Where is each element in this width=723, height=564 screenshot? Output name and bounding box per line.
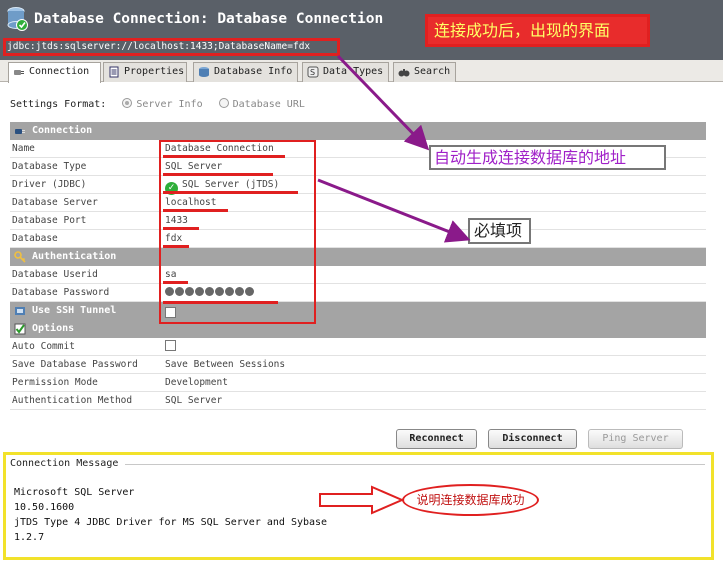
auto-commit-checkbox[interactable]: [165, 338, 176, 356]
table-row: Database Port 1433: [10, 212, 706, 230]
table-row: Database fdx: [10, 230, 706, 248]
radio-button[interactable]: [218, 98, 229, 108]
tab-label: Database Info: [214, 66, 293, 77]
tab-connection[interactable]: Connection: [8, 62, 101, 83]
row-key: Permission Mode: [12, 377, 98, 388]
row-key: Auto Commit: [12, 341, 75, 352]
tab-label: Connection: [29, 66, 90, 77]
radio-label: Database URL: [232, 99, 305, 110]
underline-mark: [163, 209, 228, 212]
row-key: Driver (JDBC): [12, 179, 87, 190]
annotation-success-note: 说明连接数据库成功: [402, 484, 539, 516]
section-title: Options: [32, 323, 75, 334]
tab-bar: Connection Properties Database Info S Da…: [0, 60, 723, 83]
table-row: Permission Mode Development: [10, 374, 706, 392]
radio-database-url[interactable]: Database URL: [218, 98, 315, 110]
properties-icon: [109, 66, 119, 78]
section-title: Authentication: [32, 251, 117, 262]
database-connection-icon: [7, 7, 28, 31]
annotation-auto-url: 自动生成连接数据库的地址: [429, 145, 666, 170]
connection-message-text: Microsoft SQL Server 10.50.1600 jTDS Typ…: [14, 485, 327, 545]
datatypes-icon: S: [307, 66, 319, 78]
plug-icon: [14, 70, 24, 75]
underline-mark: [163, 245, 189, 248]
section-authentication: Authentication: [10, 248, 706, 266]
plug-icon: [15, 129, 25, 134]
underline-mark: [163, 191, 298, 194]
key-icon: [14, 251, 26, 263]
underline-mark: [163, 173, 273, 176]
message-line: Microsoft SQL Server: [14, 487, 135, 498]
underline-mark: [163, 281, 188, 284]
row-key: Database: [12, 233, 58, 244]
table-row: Save Database Password Save Between Sess…: [10, 356, 706, 374]
section-ssh-tunnel: Use SSH Tunnel: [10, 302, 706, 320]
connection-message-label: Connection Message: [10, 458, 123, 469]
groupbox-rule: [125, 464, 705, 465]
save-password-value[interactable]: Save Between Sessions: [165, 356, 285, 374]
window-title: Database Connection: Database Connection: [34, 11, 384, 27]
tab-data-types[interactable]: S Data Types: [302, 62, 389, 82]
table-row: Authentication Method SQL Server: [10, 392, 706, 410]
section-title: Connection: [32, 125, 93, 136]
ping-server-button[interactable]: Ping Server: [588, 429, 683, 449]
radio-server-info[interactable]: Server Info: [122, 98, 212, 110]
tab-search[interactable]: Search: [393, 62, 456, 82]
auth-method-value[interactable]: SQL Server: [165, 392, 222, 410]
row-key: Database Server: [12, 197, 98, 208]
database-icon: [199, 67, 209, 77]
permission-mode-value[interactable]: Development: [165, 374, 228, 392]
tunnel-icon: [15, 307, 25, 315]
row-key: Name: [12, 143, 35, 154]
tab-label: Properties: [124, 66, 185, 77]
table-row: Auto Commit: [10, 338, 706, 356]
annotation-success-screen: 连接成功后，出现的界面: [425, 14, 650, 47]
radio-label: Server Info: [136, 99, 203, 110]
table-row: Database Userid sa: [10, 266, 706, 284]
section-options: Options: [10, 320, 706, 338]
row-key: Save Database Password: [12, 359, 138, 370]
section-connection: Connection: [10, 122, 706, 140]
svg-text:S: S: [310, 68, 315, 77]
row-key: Database Port: [12, 215, 87, 226]
settings-format-label: Settings Format:: [10, 99, 107, 110]
url-highlight-box: [3, 38, 340, 56]
tab-label: Search: [414, 66, 451, 77]
table-row: Database Password: [10, 284, 706, 302]
underline-mark: [163, 155, 285, 158]
row-key: Database Password: [12, 287, 110, 298]
radio-button-selected[interactable]: [122, 98, 133, 108]
checkbox[interactable]: [165, 340, 176, 351]
table-row: Database Server localhost: [10, 194, 706, 212]
disconnect-button[interactable]: Disconnect: [488, 429, 577, 449]
underline-mark: [163, 301, 278, 304]
checkmark-icon: [14, 323, 26, 335]
message-line: jTDS Type 4 JDBC Driver for MS SQL Serve…: [14, 517, 328, 528]
annotation-required: 必填项: [468, 218, 531, 244]
reconnect-button[interactable]: Reconnect: [396, 429, 477, 449]
tab-properties[interactable]: Properties: [103, 62, 187, 82]
row-key: Database Type: [12, 161, 87, 172]
message-line: 10.50.1600: [14, 502, 75, 513]
row-key: Authentication Method: [12, 395, 133, 406]
settings-format-row: Settings Format: Server Info Database UR…: [10, 98, 315, 110]
tab-database-info[interactable]: Database Info: [193, 62, 298, 82]
section-title: Use SSH Tunnel: [32, 305, 117, 316]
binoculars-icon: [398, 69, 410, 77]
table-row: Driver (JDBC) ✓ SQL Server (jTDS): [10, 176, 706, 195]
row-key: Database Userid: [12, 269, 98, 280]
required-fields-frame: [159, 140, 316, 324]
tab-label: Data Types: [323, 66, 384, 77]
underline-mark: [163, 227, 199, 230]
message-line: 1.2.7: [14, 532, 45, 543]
